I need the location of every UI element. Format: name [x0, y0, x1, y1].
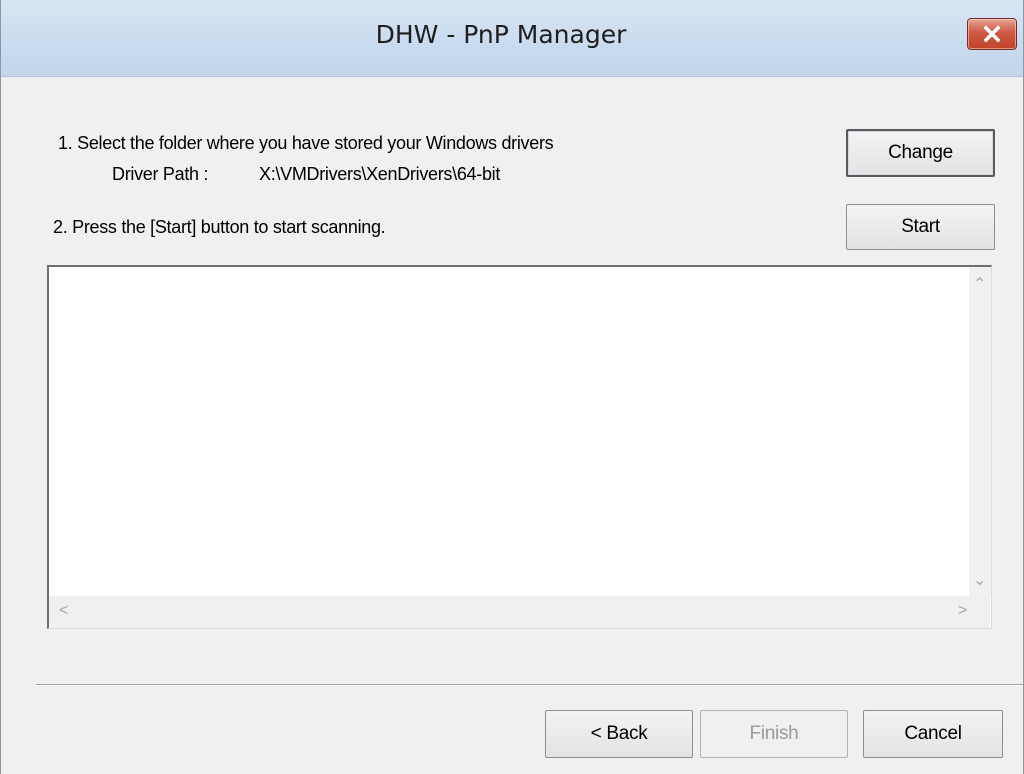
window-title: DHW - PnP Manager — [375, 20, 627, 49]
driver-path-value: X:\VMDrivers\XenDrivers\64-bit — [259, 164, 501, 184]
scroll-left-icon[interactable]: < — [59, 603, 68, 619]
change-button[interactable]: Change — [846, 129, 995, 177]
horizontal-scrollbar[interactable]: < > — [49, 596, 990, 628]
close-icon — [983, 25, 1001, 43]
start-button[interactable]: Start — [846, 204, 995, 250]
cancel-button[interactable]: Cancel — [863, 710, 1003, 758]
step2-instruction: 2. Press the [Start] button to start sca… — [53, 217, 386, 237]
back-button[interactable]: < Back — [545, 710, 693, 758]
vertical-scrollbar[interactable]: ⌃ ⌄ — [969, 267, 991, 597]
scan-results-list[interactable]: ⌃ ⌄ < > — [47, 265, 992, 629]
finish-button[interactable]: Finish — [700, 710, 848, 758]
pnp-manager-window: DHW - PnP Manager 1. Select the folder w… — [0, 0, 1024, 774]
close-button[interactable] — [967, 18, 1017, 50]
scroll-up-icon[interactable]: ⌃ — [973, 277, 986, 293]
step1-instruction: 1. Select the folder where you have stor… — [58, 133, 554, 153]
scroll-down-icon[interactable]: ⌄ — [973, 573, 986, 589]
scroll-right-icon[interactable]: > — [958, 603, 967, 619]
footer-separator — [36, 684, 1023, 686]
title-bar[interactable]: DHW - PnP Manager — [1, 0, 1023, 77]
driver-path-label: Driver Path : — [112, 164, 209, 184]
